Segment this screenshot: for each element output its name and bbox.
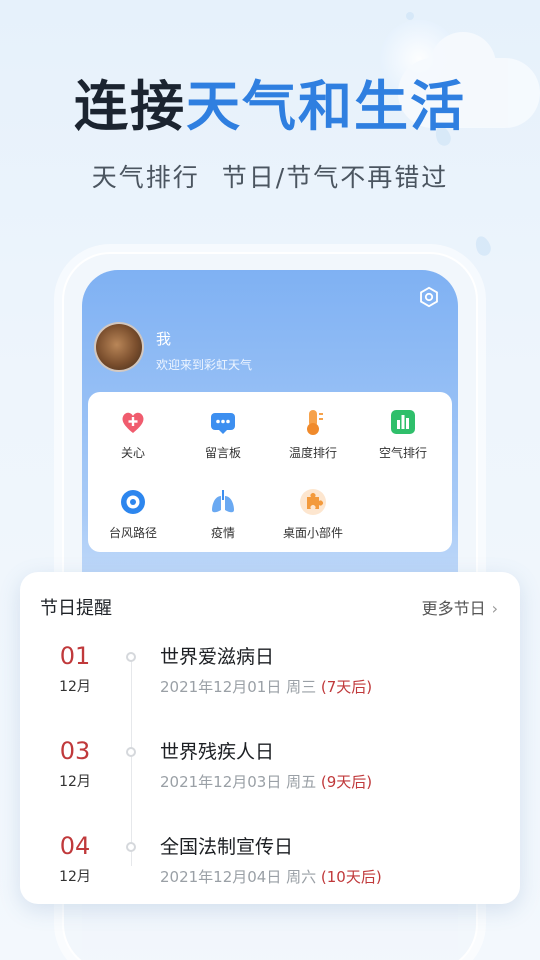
holiday-date: 2021年12月04日 周六 bbox=[160, 868, 317, 886]
holiday-entry[interactable]: 03 12月 世界残疾人日 2021年12月03日 周五 (9天后) bbox=[20, 737, 520, 817]
holiday-entry[interactable]: 01 12月 世界爱滋病日 2021年12月01日 周三 (7天后) bbox=[20, 642, 520, 722]
holiday-day: 01 bbox=[59, 642, 91, 670]
holiday-name: 世界残疾人日 bbox=[160, 741, 275, 763]
holiday-countdown: (10天后) bbox=[320, 868, 382, 886]
message-board-icon bbox=[211, 413, 235, 434]
menu-label: 台风路径 bbox=[108, 526, 157, 540]
menu-item-desktop-widget[interactable]: 桌面小部件 bbox=[268, 488, 358, 541]
hero-title-highlight: 天气和生活 bbox=[186, 75, 466, 138]
more-holidays-label: 更多节日 bbox=[421, 599, 486, 618]
feature-menu: 关心 留言板 温度排行 空气排行 台风路径 疫情 桌面小部件 bbox=[88, 392, 452, 552]
lungs-icon bbox=[212, 490, 234, 513]
gear-icon[interactable] bbox=[418, 286, 440, 308]
holiday-name: 全国法制宣传日 bbox=[160, 836, 294, 858]
menu-label: 桌面小部件 bbox=[282, 526, 343, 540]
hero-title: 连接天气和生活 bbox=[0, 62, 540, 141]
hero-subtitle: 天气排行 节日/节气不再错过 bbox=[0, 158, 540, 194]
user-name: 我 bbox=[156, 330, 172, 348]
menu-label: 空气排行 bbox=[378, 446, 427, 460]
timeline-dot bbox=[126, 842, 136, 852]
menu-label: 关心 bbox=[120, 446, 145, 460]
heart-plus-icon bbox=[122, 412, 144, 433]
hero-title-dark: 连接 bbox=[74, 75, 186, 138]
holiday-date: 2021年12月01日 周三 bbox=[160, 678, 317, 696]
holiday-countdown: (9天后) bbox=[320, 773, 373, 791]
thermometer-icon bbox=[307, 410, 323, 435]
menu-item-temperature-rank[interactable]: 温度排行 bbox=[268, 408, 358, 461]
menu-item-message-board[interactable]: 留言板 bbox=[178, 408, 268, 461]
menu-item-epidemic[interactable]: 疫情 bbox=[178, 488, 268, 541]
puzzle-icon bbox=[300, 489, 326, 515]
menu-label: 温度排行 bbox=[288, 446, 337, 460]
avatar[interactable] bbox=[94, 322, 144, 372]
holiday-meta: 2021年12月04日 周六 (10天后) bbox=[160, 866, 382, 887]
decor-dot bbox=[406, 12, 414, 20]
holiday-reminder-card: 节日提醒 更多节日 › 01 12月 世界爱滋病日 2021年12月01日 周三 … bbox=[20, 572, 520, 904]
holiday-day: 04 bbox=[59, 832, 91, 860]
holiday-entry[interactable]: 04 12月 全国法制宣传日 2021年12月04日 周六 (10天后) bbox=[20, 832, 520, 912]
timeline-dot bbox=[126, 747, 136, 757]
typhoon-icon bbox=[121, 490, 145, 514]
holiday-name: 世界爱滋病日 bbox=[160, 646, 275, 668]
holiday-month: 12月 bbox=[59, 869, 91, 885]
hero-subtitle-part1: 天气排行 bbox=[91, 163, 200, 192]
holiday-month: 12月 bbox=[59, 679, 91, 695]
welcome-text: 欢迎来到彩虹天气 bbox=[156, 358, 253, 372]
holiday-month: 12月 bbox=[59, 774, 91, 790]
menu-label: 疫情 bbox=[210, 526, 235, 540]
holiday-date: 2021年12月03日 周五 bbox=[160, 773, 317, 791]
holiday-day: 03 bbox=[59, 737, 91, 765]
more-holidays-link[interactable]: 更多节日 › bbox=[422, 595, 498, 619]
bar-chart-icon bbox=[391, 410, 415, 434]
holiday-meta: 2021年12月01日 周三 (7天后) bbox=[160, 676, 372, 697]
timeline-dot bbox=[126, 652, 136, 662]
holiday-meta: 2021年12月03日 周五 (9天后) bbox=[160, 771, 372, 792]
menu-item-care[interactable]: 关心 bbox=[88, 408, 178, 461]
menu-label: 留言板 bbox=[204, 446, 241, 460]
raindrop-decoration bbox=[473, 234, 493, 258]
holiday-countdown: (7天后) bbox=[320, 678, 373, 696]
menu-item-typhoon-path[interactable]: 台风路径 bbox=[88, 488, 178, 541]
holiday-card-title: 节日提醒 bbox=[40, 598, 112, 619]
chevron-right-icon: › bbox=[491, 599, 498, 618]
menu-item-air-rank[interactable]: 空气排行 bbox=[358, 408, 448, 461]
hero-subtitle-part2: 节日/节气不再错过 bbox=[221, 163, 449, 192]
